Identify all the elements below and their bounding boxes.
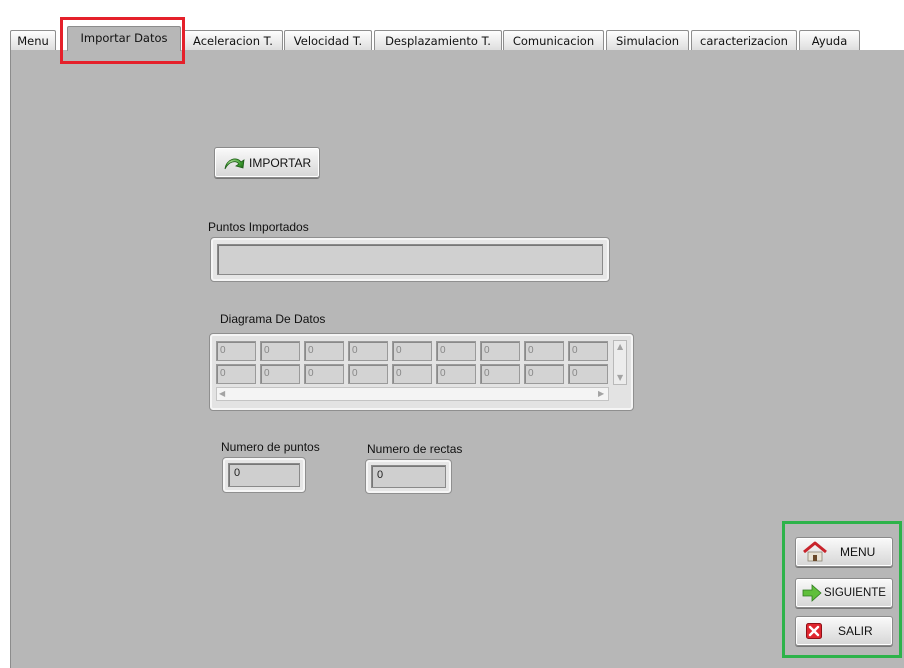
array-cell[interactable]: 0 (260, 341, 300, 361)
array-cell[interactable]: 0 (524, 341, 564, 361)
numero-puntos-frame: 0 (222, 457, 306, 493)
tab-comunicacion[interactable]: Comunicacion (503, 30, 604, 50)
tab-menu[interactable]: Menu (10, 30, 56, 50)
highlight-box-importar-tab (60, 17, 185, 64)
array-horizontal-scrollbar[interactable]: ◀ ▶ (216, 387, 609, 401)
scroll-left-arrow-icon[interactable]: ◀ (219, 389, 225, 398)
puntos-importados-label: Puntos Importados (208, 220, 309, 234)
puntos-importados-field[interactable] (217, 244, 603, 275)
array-cell[interactable]: 0 (348, 341, 388, 361)
green-curved-arrow-icon (224, 158, 245, 169)
array-cell[interactable]: 0 (568, 341, 608, 361)
scroll-up-arrow-icon[interactable]: ▲ (617, 342, 623, 351)
array-cell[interactable]: 0 (568, 364, 608, 384)
scroll-right-arrow-icon[interactable]: ▶ (598, 389, 604, 398)
diagrama-array: 0 0 0 0 0 0 0 0 0 0 0 0 0 0 0 0 0 0 ▲ ▼ … (209, 333, 634, 411)
diagrama-label: Diagrama De Datos (220, 312, 326, 326)
tab-aceleracion[interactable]: Aceleracion T. (183, 30, 283, 50)
importar-button-label: IMPORTAR (249, 155, 312, 170)
array-cell[interactable]: 0 (392, 341, 432, 361)
array-cell[interactable]: 0 (524, 364, 564, 384)
importar-button[interactable]: IMPORTAR (214, 147, 320, 178)
tab-desplazamiento[interactable]: Desplazamiento T. (374, 30, 502, 50)
array-cell[interactable]: 0 (436, 341, 476, 361)
array-cell[interactable]: 0 (392, 364, 432, 384)
array-cell[interactable]: 0 (480, 364, 520, 384)
numero-puntos-label: Numero de puntos (221, 440, 320, 454)
tab-ayuda[interactable]: Ayuda (799, 30, 860, 50)
tab-simulacion[interactable]: Simulacion (606, 30, 689, 50)
array-cell[interactable]: 0 (216, 364, 256, 384)
array-vertical-scrollbar[interactable]: ▲ ▼ (613, 340, 627, 385)
numero-rectas-value: 0 (371, 465, 446, 488)
array-cell[interactable]: 0 (304, 341, 344, 361)
highlight-box-nav-buttons (782, 521, 902, 658)
array-cell[interactable]: 0 (260, 364, 300, 384)
tab-velocidad[interactable]: Velocidad T. (284, 30, 372, 50)
array-cell[interactable]: 0 (480, 341, 520, 361)
scroll-down-arrow-icon[interactable]: ▼ (617, 373, 623, 382)
array-cell[interactable]: 0 (304, 364, 344, 384)
array-cell[interactable]: 0 (216, 341, 256, 361)
numero-rectas-label: Numero de rectas (367, 442, 463, 456)
numero-rectas-frame: 0 (365, 459, 452, 494)
tab-caracterizacion[interactable]: caracterizacion (691, 30, 797, 50)
array-cell[interactable]: 0 (348, 364, 388, 384)
puntos-importados-frame (210, 237, 610, 282)
array-cell[interactable]: 0 (436, 364, 476, 384)
numero-puntos-value: 0 (228, 463, 300, 487)
